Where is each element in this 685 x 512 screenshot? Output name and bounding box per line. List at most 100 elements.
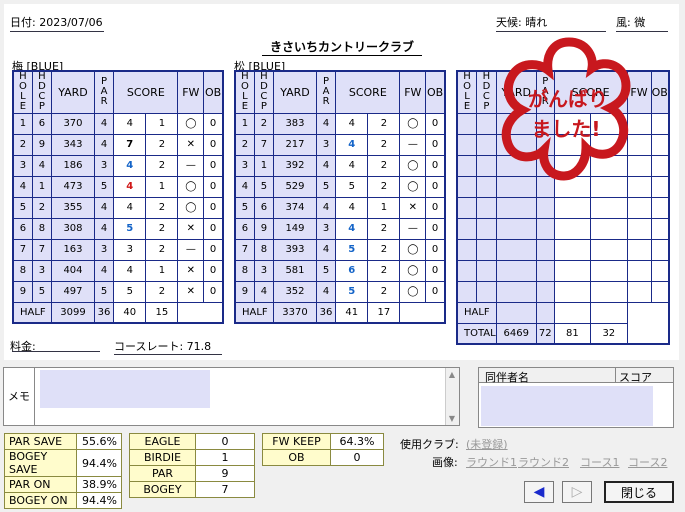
hole-number: 1 [234,112,255,135]
image-link-course2[interactable]: コース2 [628,454,667,470]
yard-header: YARD [51,70,95,114]
images-label: 画像: [432,456,458,469]
empty-cell [650,154,670,177]
companions-list[interactable]: 同伴者名 スコア [478,367,674,428]
hole-ob: 0 [203,238,224,261]
scroll-down-icon[interactable]: ▼ [446,414,458,423]
hole-yard: 186 [51,154,95,177]
hole-hdcp: 2 [31,196,53,219]
empty-cell [590,259,628,282]
total-putts: 32 [590,322,628,345]
stat-value: 1 [195,449,255,466]
hole-score: 5 [113,280,147,303]
fw-header: FW [177,70,205,114]
hole-par: 5 [93,175,115,198]
clubs-link[interactable]: (未登録) [466,436,508,452]
empty-cell [590,280,628,303]
stat-label: BOGEY [129,481,196,498]
companion-name-header: 同伴者名 [485,371,529,384]
hole-row: 2 7 217 3 4 2—0 [234,133,446,156]
empty-cell [553,217,592,240]
score-value: 4 [348,118,355,129]
prev-button[interactable]: ◀ [524,481,554,503]
fee-field [12,351,100,352]
image-link-round2[interactable]: ラウンド2 [518,454,569,470]
hole-hdcp: 6 [253,196,275,219]
hole-header: HOLE [12,70,33,114]
next-button[interactable]: ▷ [562,481,592,503]
hole-ob: 0 [203,112,224,135]
stat-row: OB 0 [262,449,384,466]
ob-header: OB [203,70,224,114]
empty-cell [590,238,628,261]
hole-number: 5 [12,196,33,219]
hole-par: 5 [93,280,115,303]
hole-ob: 0 [203,133,224,156]
hole-putts: 1 [145,175,179,198]
hole-number: 7 [12,238,33,261]
hole-putts: 2 [367,112,401,135]
empty-cell [650,112,670,135]
hole-number: 6 [234,217,255,240]
score-value: 4 [126,181,134,192]
hole-hdcp: 5 [253,175,275,198]
hole-yard: 352 [273,280,317,303]
hole-yard: 581 [273,259,317,282]
empty-cell [535,280,555,303]
half-label: HALF [12,301,53,323]
hole-putts: 2 [145,196,179,219]
fw-ob-stats: FW KEEP 64.3% OB 0 [262,433,384,466]
hole-number: 8 [234,259,255,282]
image-link-course1[interactable]: コース1 [580,454,619,470]
hole-score: 3 [113,238,147,261]
score-value: 5 [348,181,355,192]
hole-putts: 2 [145,154,179,177]
yard-header: YARD [273,70,317,114]
hole-par: 3 [315,217,337,240]
hole-par: 4 [93,217,115,240]
companions-rows[interactable] [481,386,653,426]
stat-label: BOGEY SAVE [4,449,77,477]
scroll-up-icon[interactable]: ▲ [446,370,458,379]
stat-value: 55.6% [76,433,122,450]
empty-cell [456,154,478,177]
hole-hdcp: 9 [253,217,275,240]
empty-cell [590,301,628,324]
hole-hdcp: 8 [253,238,275,261]
clubs-label: 使用クラブ: [400,438,459,451]
empty-cell [590,196,628,219]
hole-row: 3 1 392 4 4 2 ◯ 0 [234,154,446,177]
empty-row [456,217,670,240]
stat-row: BOGEY 7 [129,481,255,498]
hole-putts: 2 [145,217,179,240]
stat-label: PAR SAVE [4,433,77,450]
hole-par: 3 [315,133,337,156]
hole-par: 4 [315,154,337,177]
score-value: 6 [348,265,356,276]
memo-label: メモ [4,368,35,425]
hole-yard: 393 [273,238,317,261]
memo-input[interactable] [40,370,210,408]
par-header: PAR [315,70,337,114]
empty-cell [535,238,555,261]
stat-value: 9 [195,465,255,482]
close-button[interactable]: 閉じる [604,481,674,503]
empty-cell [553,280,592,303]
total-par: 72 [535,322,555,345]
hole-hdcp: 5 [31,280,53,303]
wind-label: 風: 微 [616,14,668,32]
empty-cell [650,217,670,240]
hole-par: 4 [315,112,337,135]
hole-number: 3 [12,154,33,177]
hole-hdcp: 9 [31,133,53,156]
hole-row: 3 4 186 3 4 2—0 [12,154,224,177]
hole-fw: ✕ [399,196,427,219]
hole-ob: 0 [425,280,446,303]
score-value: 4 [126,118,133,129]
stat-label: PAR ON [4,476,77,493]
empty-cell [553,259,592,282]
hole-putts: 1 [145,259,179,282]
memo-scrollbar[interactable]: ▲ ▼ [445,368,459,425]
ob-header: OB [650,70,670,114]
image-link-round1[interactable]: ラウンド1 [466,454,517,470]
